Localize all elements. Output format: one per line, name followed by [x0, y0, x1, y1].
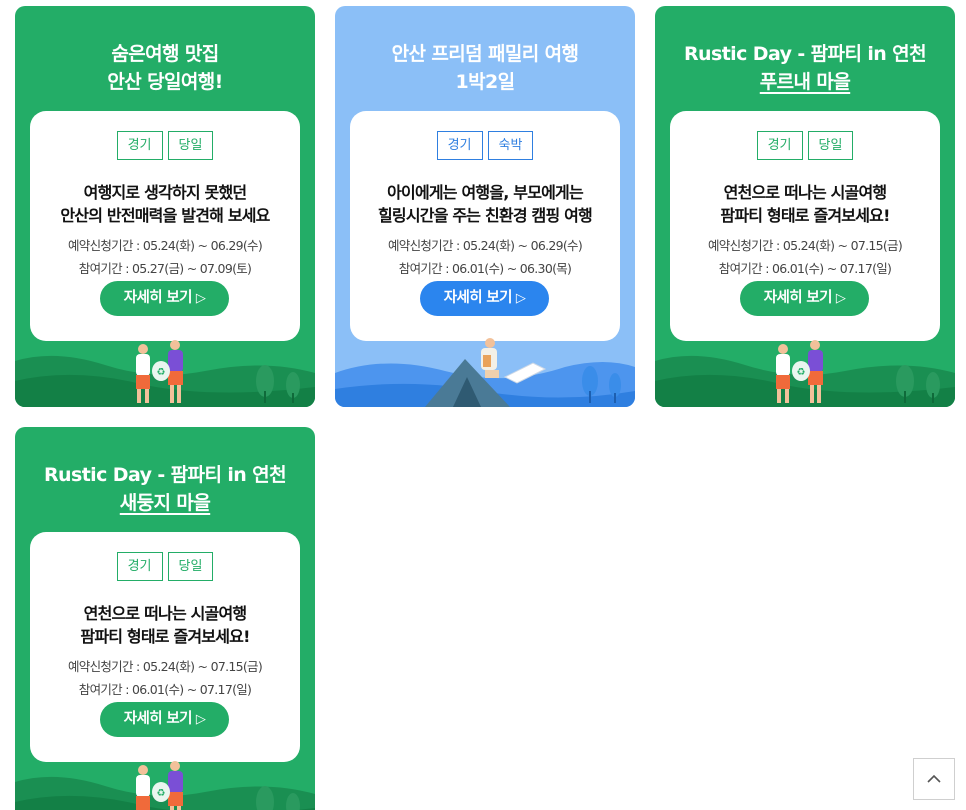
tour-card[interactable]: 안산 프리덤 패밀리 여행 1박2일 경기 숙박 아이에게는 여행을, 부모에게…: [335, 6, 635, 407]
card-title: 숨은여행 맛집 안산 당일여행!: [15, 40, 315, 96]
play-outline-icon: ▷: [195, 712, 206, 727]
card-body: 경기 당일 여행지로 생각하지 못했던 안산의 반전매력을 발견해 보세요 예약…: [30, 111, 300, 341]
region-tag: 경기: [436, 131, 483, 160]
join-period: 참여기간 : 06.01(수) ~ 07.17(일): [78, 682, 252, 697]
card-title-line: 1박2일: [455, 71, 515, 93]
card-title-line: 숨은여행 맛집: [111, 43, 219, 65]
reserve-period: 예약신청기간 : 05.24(화) ~ 06.29(수): [387, 238, 583, 253]
card-body: 경기 당일 연천으로 떠나는 시골여행 팜파티 형태로 즐겨보세요! 예약신청기…: [30, 532, 300, 762]
card-title: Rustic Day - 팜파티 in 연천 새둥지 마을: [15, 461, 315, 517]
play-outline-icon: ▷: [195, 291, 206, 306]
headline-line: 팜파티 형태로 즐겨보세요!: [80, 627, 250, 646]
reserve-period: 예약신청기간 : 05.24(화) ~ 07.15(금): [707, 238, 903, 253]
tag-list: 경기 당일: [670, 131, 940, 160]
card-title-line: Rustic Day - 팜파티 in 연천: [684, 43, 927, 65]
hikers-illustration: ♻: [15, 761, 315, 810]
svg-text:♻: ♻: [797, 367, 806, 378]
tour-card[interactable]: Rustic Day - 팜파티 in 연천 새둥지 마을 경기 당일 연천으로…: [15, 427, 315, 810]
view-details-label: 자세히 보기: [123, 290, 193, 306]
type-tag: 숙박: [487, 131, 534, 160]
card-headline: 여행지로 생각하지 못했던 안산의 반전매력을 발견해 보세요: [30, 181, 300, 227]
join-period: 참여기간 : 06.01(수) ~ 06.30(목): [398, 261, 572, 276]
type-tag: 당일: [167, 131, 214, 160]
view-details-label: 자세히 보기: [763, 290, 833, 306]
headline-line: 연천으로 떠나는 시골여행: [83, 604, 247, 623]
tag-list: 경기 숙박: [350, 131, 620, 160]
camping-illustration: [335, 338, 635, 407]
card-title: 안산 프리덤 패밀리 여행 1박2일: [335, 40, 635, 96]
view-details-label: 자세히 보기: [123, 711, 193, 727]
reserve-period: 예약신청기간 : 05.24(화) ~ 06.29(수): [67, 238, 263, 253]
tour-card[interactable]: Rustic Day - 팜파티 in 연천 푸르내 마을 경기 당일 연천으로…: [655, 6, 955, 407]
card-title-line: 안산 프리덤 패밀리 여행: [391, 43, 579, 65]
region-tag: 경기: [116, 552, 163, 581]
svg-text:♻: ♻: [157, 788, 166, 799]
view-details-button[interactable]: 자세히 보기 ▷: [420, 281, 549, 316]
view-details-button[interactable]: 자세히 보기 ▷: [100, 702, 229, 737]
card-body: 경기 숙박 아이에게는 여행을, 부모에게는 힐링시간을 주는 친환경 캠핑 여…: [350, 111, 620, 341]
hikers-illustration: ♻: [655, 340, 955, 407]
type-tag: 당일: [167, 552, 214, 581]
card-title: Rustic Day - 팜파티 in 연천 푸르내 마을: [655, 40, 955, 96]
tag-list: 경기 당일: [30, 552, 300, 581]
headline-line: 여행지로 생각하지 못했던: [83, 183, 247, 202]
card-title-line: 푸르내 마을: [759, 71, 851, 93]
play-outline-icon: ▷: [515, 291, 526, 306]
svg-text:♻: ♻: [157, 367, 166, 378]
tag-list: 경기 당일: [30, 131, 300, 160]
join-period: 참여기간 : 06.01(수) ~ 07.17(일): [718, 261, 892, 276]
headline-line: 힐링시간을 주는 친환경 캠핑 여행: [378, 206, 593, 225]
view-details-button[interactable]: 자세히 보기 ▷: [100, 281, 229, 316]
type-tag: 당일: [807, 131, 854, 160]
headline-line: 아이에게는 여행을, 부모에게는: [387, 183, 584, 202]
join-period: 참여기간 : 05.27(금) ~ 07.09(토): [78, 261, 252, 276]
card-headline: 연천으로 떠나는 시골여행 팜파티 형태로 즐겨보세요!: [670, 181, 940, 227]
hikers-illustration: ♻: [15, 340, 315, 407]
play-outline-icon: ▷: [835, 291, 846, 306]
card-title-line: 안산 당일여행!: [107, 71, 223, 93]
chevron-up-icon: [927, 774, 941, 783]
card-title-line: Rustic Day - 팜파티 in 연천: [44, 464, 287, 486]
headline-line: 연천으로 떠나는 시골여행: [723, 183, 887, 202]
reserve-period: 예약신청기간 : 05.24(화) ~ 07.15(금): [67, 659, 263, 674]
card-headline: 아이에게는 여행을, 부모에게는 힐링시간을 주는 친환경 캠핑 여행: [350, 181, 620, 227]
region-tag: 경기: [116, 131, 163, 160]
view-details-label: 자세히 보기: [443, 290, 513, 306]
card-body: 경기 당일 연천으로 떠나는 시골여행 팜파티 형태로 즐겨보세요! 예약신청기…: [670, 111, 940, 341]
region-tag: 경기: [756, 131, 803, 160]
tour-card[interactable]: 숨은여행 맛집 안산 당일여행! 경기 당일 여행지로 생각하지 못했던 안산의…: [15, 6, 315, 407]
headline-line: 팜파티 형태로 즐겨보세요!: [720, 206, 890, 225]
card-headline: 연천으로 떠나는 시골여행 팜파티 형태로 즐겨보세요!: [30, 602, 300, 648]
headline-line: 안산의 반전매력을 발견해 보세요: [60, 206, 270, 225]
view-details-button[interactable]: 자세히 보기 ▷: [740, 281, 869, 316]
card-title-line: 새둥지 마을: [119, 492, 211, 514]
scroll-top-button[interactable]: [913, 758, 955, 800]
